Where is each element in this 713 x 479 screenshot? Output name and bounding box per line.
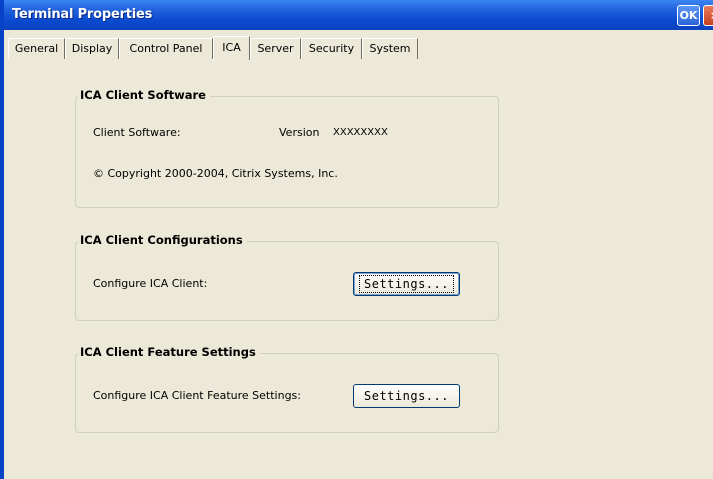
tab-system[interactable]: System — [362, 38, 418, 59]
feature-settings-button[interactable]: Settings... — [353, 384, 460, 408]
tab-general[interactable]: General — [8, 38, 65, 59]
terminal-properties-window: Terminal Properties OK × General Display… — [0, 0, 713, 479]
configure-feature-label: Configure ICA Client Feature Settings: — [93, 389, 301, 402]
client-settings-label: Settings... — [359, 275, 454, 293]
feature-settings-group: ICA Client Feature Settings Configure IC… — [75, 345, 499, 433]
client-software-title: ICA Client Software — [78, 88, 210, 102]
ok-button[interactable]: OK — [677, 5, 700, 26]
tab-display[interactable]: Display — [65, 38, 119, 59]
version-label: Version — [279, 126, 320, 139]
client-software-label: Client Software: — [93, 126, 181, 139]
version-value: XXXXXXXX — [333, 127, 388, 138]
close-button[interactable]: × — [703, 5, 713, 26]
title-bar: Terminal Properties OK × — [4, 0, 713, 30]
feature-settings-title: ICA Client Feature Settings — [78, 345, 260, 359]
tab-security[interactable]: Security — [301, 38, 362, 59]
client-settings-button[interactable]: Settings... — [353, 272, 460, 296]
client-software-group: ICA Client Software Client Software: Ver… — [75, 88, 499, 208]
tab-server[interactable]: Server — [250, 38, 301, 59]
window-title: Terminal Properties — [12, 7, 153, 22]
configure-client-label: Configure ICA Client: — [93, 277, 208, 290]
client-config-group: ICA Client Configurations Configure ICA … — [75, 233, 499, 321]
tab-control-panel[interactable]: Control Panel — [119, 38, 213, 59]
tab-ica[interactable]: ICA — [213, 36, 250, 60]
copyright-text: © Copyright 2000-2004, Citrix Systems, I… — [93, 167, 338, 180]
tab-strip: General Display Control Panel ICA Server… — [8, 36, 713, 60]
tab-content-ica: ICA Client Software Client Software: Ver… — [8, 59, 713, 479]
client-config-title: ICA Client Configurations — [78, 233, 247, 247]
